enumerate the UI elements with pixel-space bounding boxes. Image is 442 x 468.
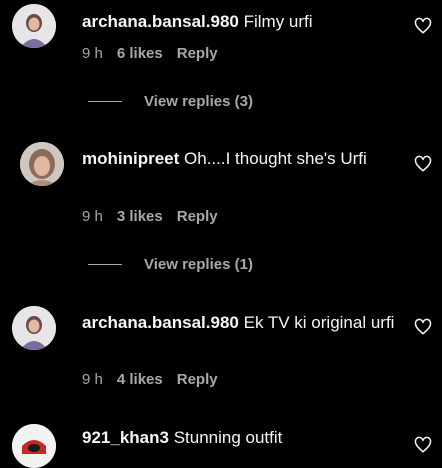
heart-outline-icon[interactable] — [414, 318, 432, 336]
comment-time: 9 h — [82, 371, 103, 388]
comment-username[interactable]: archana.bansal.980 — [82, 12, 239, 31]
heart-outline-icon[interactable] — [414, 436, 432, 454]
comment-text: mohinipreet Oh....I thought she's Urfi — [82, 146, 398, 171]
comment-body: Filmy urfi — [243, 12, 313, 31]
comment-meta: 9 h 3 likes Reply — [82, 208, 232, 225]
comment-likes[interactable]: 4 likes — [117, 371, 163, 388]
divider — [88, 101, 122, 102]
heart-outline-icon[interactable] — [414, 17, 432, 35]
comment-body: Oh....I thought she's Urfi — [184, 149, 367, 168]
reply-button[interactable]: Reply — [177, 208, 218, 225]
avatar[interactable] — [12, 4, 56, 48]
comment-likes[interactable]: 6 likes — [117, 45, 163, 62]
comment-username[interactable]: 921_khan3 — [82, 428, 169, 447]
comment-body: Stunning outfit — [173, 428, 283, 447]
comment-username[interactable]: archana.bansal.980 — [82, 313, 239, 332]
view-replies-button[interactable]: View replies (1) — [88, 256, 253, 273]
comment-likes[interactable]: 3 likes — [117, 208, 163, 225]
heart-outline-icon[interactable] — [414, 155, 432, 173]
comment-text: archana.bansal.980 Ek TV ki original urf… — [82, 310, 398, 335]
comment-username[interactable]: mohinipreet — [82, 149, 179, 168]
comment-text: 921_khan3 Stunning outfit — [82, 425, 398, 450]
avatar[interactable] — [12, 424, 56, 468]
divider — [88, 264, 122, 265]
comment-meta: 9 h 4 likes Reply — [82, 371, 232, 388]
comment-time: 9 h — [82, 208, 103, 225]
comment-text: archana.bansal.980 Filmy urfi — [82, 9, 398, 34]
avatar[interactable] — [20, 142, 64, 186]
reply-button[interactable]: Reply — [177, 371, 218, 388]
avatar[interactable] — [12, 306, 56, 350]
view-replies-label: View replies (1) — [144, 256, 253, 273]
view-replies-label: View replies (3) — [144, 93, 253, 110]
comment-body: Ek TV ki original urfi — [243, 313, 395, 332]
view-replies-button[interactable]: View replies (3) — [88, 93, 253, 110]
reply-button[interactable]: Reply — [177, 45, 218, 62]
comment-meta: 9 h 6 likes Reply — [82, 45, 232, 62]
comment-time: 9 h — [82, 45, 103, 62]
